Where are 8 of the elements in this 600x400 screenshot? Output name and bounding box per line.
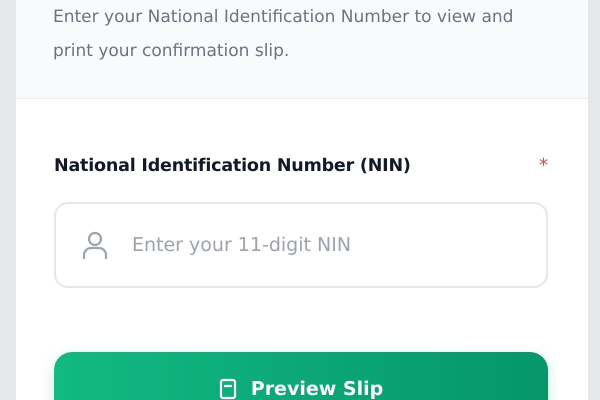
button-label: Preview Slip bbox=[250, 378, 384, 400]
required-mark: * bbox=[539, 155, 548, 176]
nin-input-field[interactable]: Enter your 11-digit NIN bbox=[54, 202, 548, 288]
field-label: National Identification Number (NIN) bbox=[54, 156, 411, 176]
document-icon bbox=[218, 378, 237, 400]
preview-slip-button[interactable]: Preview Slip bbox=[54, 352, 548, 400]
instruction-text: Enter your National Identification Number to view and print your confirmation slip. bbox=[53, 6, 514, 63]
user-icon bbox=[82, 231, 108, 259]
